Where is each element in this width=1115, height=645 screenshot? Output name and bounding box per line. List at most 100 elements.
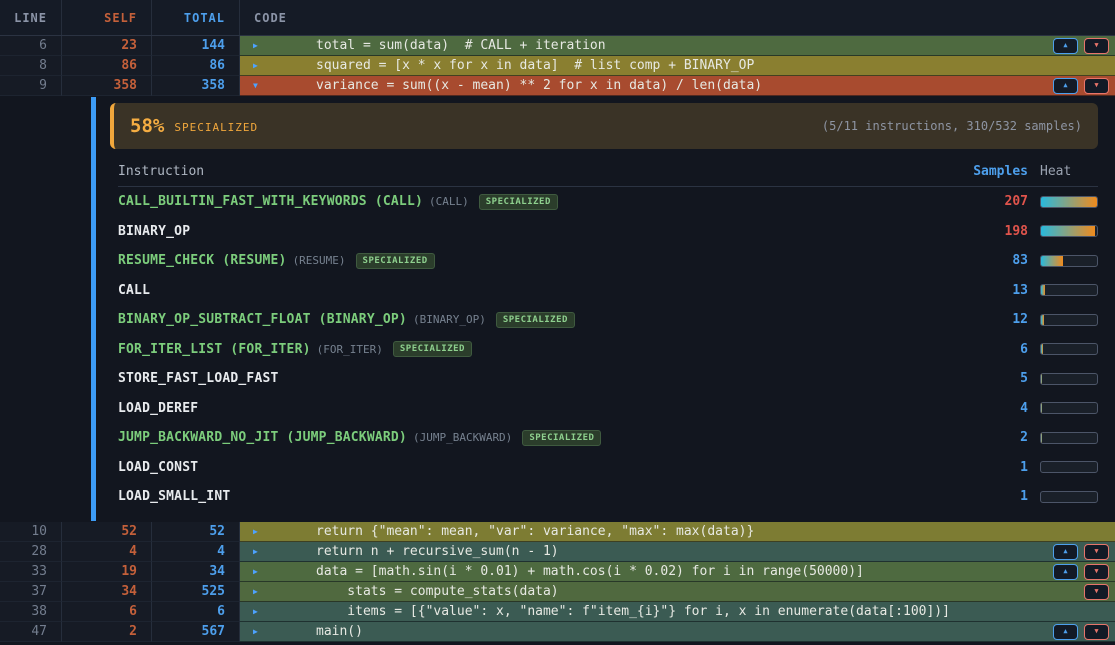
jump-up-button[interactable]: ▲ bbox=[1053, 624, 1078, 640]
row-nav-buttons: ▲▼ bbox=[1053, 78, 1109, 94]
instruction-name: BINARY_OP_SUBTRACT_FLOAT (BINARY_OP) bbox=[118, 312, 407, 327]
heat-bar-fill bbox=[1041, 315, 1044, 325]
expand-icon[interactable]: ▶ bbox=[253, 608, 258, 616]
code-cell[interactable]: ▶squared = [x * x for x in data] # list … bbox=[240, 56, 1115, 76]
instruction-samples: 4 bbox=[910, 401, 1028, 416]
instruction-row: BINARY_OP_SUBTRACT_FLOAT (BINARY_OP) (BIN… bbox=[118, 305, 1098, 335]
heat-bar bbox=[1040, 343, 1098, 355]
column-header-line[interactable]: LINE bbox=[0, 0, 62, 35]
column-header-samples[interactable]: Samples bbox=[910, 164, 1028, 179]
expansion-connector-line bbox=[91, 97, 96, 521]
jump-down-button[interactable]: ▼ bbox=[1084, 38, 1109, 54]
self-samples: 358 bbox=[62, 76, 152, 96]
instruction-name: CALL_BUILTIN_FAST_WITH_KEYWORDS (CALL) bbox=[118, 194, 423, 209]
instruction-samples: 198 bbox=[910, 224, 1028, 239]
code-line-row: 88686▶squared = [x * x for x in data] # … bbox=[0, 56, 1115, 76]
code-cell[interactable]: ▶main()▲▼ bbox=[240, 622, 1115, 642]
instruction-name: CALL bbox=[118, 283, 150, 298]
column-header-heat[interactable]: Heat bbox=[1040, 164, 1098, 179]
row-nav-buttons: ▼ bbox=[1084, 584, 1109, 600]
jump-up-button[interactable]: ▲ bbox=[1053, 38, 1078, 54]
instruction-samples: 2 bbox=[910, 430, 1028, 445]
instruction-base-opcode: (BINARY_OP) bbox=[413, 313, 486, 326]
jump-up-button[interactable]: ▲ bbox=[1053, 544, 1078, 560]
heat-bar-fill bbox=[1041, 344, 1043, 354]
code-line-row: 2844▶return n + recursive_sum(n - 1)▲▼ bbox=[0, 542, 1115, 562]
column-header-self[interactable]: SELF bbox=[62, 0, 152, 35]
instruction-samples: 13 bbox=[910, 283, 1028, 298]
heat-bar-fill bbox=[1041, 403, 1042, 413]
specialized-badge: SPECIALIZED bbox=[496, 312, 575, 328]
heat-bar bbox=[1040, 373, 1098, 385]
instruction-row: LOAD_DEREF4 bbox=[118, 394, 1098, 424]
instruction-samples: 5 bbox=[910, 371, 1028, 386]
expand-icon[interactable]: ▶ bbox=[253, 42, 258, 50]
code-cell[interactable]: ▶return n + recursive_sum(n - 1)▲▼ bbox=[240, 542, 1115, 562]
specialized-percent: 58% bbox=[130, 115, 164, 137]
table-header: LINE SELF TOTAL CODE bbox=[0, 0, 1115, 36]
source-code: total = sum(data) # CALL + iteration bbox=[316, 38, 606, 53]
instruction-name: FOR_ITER_LIST (FOR_ITER) bbox=[118, 342, 311, 357]
code-cell[interactable]: ▶total = sum(data) # CALL + iteration▲▼ bbox=[240, 36, 1115, 56]
self-samples: 4 bbox=[62, 542, 152, 562]
heat-bar bbox=[1040, 196, 1098, 208]
column-header-instruction[interactable]: Instruction bbox=[118, 164, 204, 179]
code-line-row: 331934▶data = [math.sin(i * 0.01) + math… bbox=[0, 562, 1115, 582]
specialized-label: SPECIALIZED bbox=[174, 121, 258, 134]
code-cell[interactable]: ▶ return {"mean": mean, "var": variance, … bbox=[240, 522, 1115, 542]
collapse-icon[interactable]: ▼ bbox=[253, 82, 258, 90]
code-rows-top: 623144▶total = sum(data) # CALL + iterat… bbox=[0, 36, 1115, 96]
line-number: 37 bbox=[0, 582, 62, 602]
specialized-badge: SPECIALIZED bbox=[522, 430, 601, 446]
row-nav-buttons: ▲▼ bbox=[1053, 564, 1109, 580]
row-nav-buttons: ▲▼ bbox=[1053, 624, 1109, 640]
self-samples: 6 bbox=[62, 602, 152, 622]
jump-up-button[interactable]: ▲ bbox=[1053, 78, 1078, 94]
code-line-row: 472567▶main()▲▼ bbox=[0, 622, 1115, 642]
code-cell[interactable]: ▶data = [math.sin(i * 0.01) + math.cos(i… bbox=[240, 562, 1115, 582]
source-code: return {"mean": mean, "var": variance, "… bbox=[316, 524, 754, 539]
jump-down-button[interactable]: ▼ bbox=[1084, 78, 1109, 94]
jump-down-button[interactable]: ▼ bbox=[1084, 584, 1109, 600]
instruction-base-opcode: (CALL) bbox=[429, 195, 469, 208]
code-cell[interactable]: ▶ stats = compute_stats(data)▼ bbox=[240, 582, 1115, 602]
instruction-table: Instruction Samples Heat CALL_BUILTIN_FA… bbox=[118, 157, 1098, 512]
specialized-badge: SPECIALIZED bbox=[356, 253, 435, 269]
instruction-row: JUMP_BACKWARD_NO_JIT (JUMP_BACKWARD)(JUM… bbox=[118, 423, 1098, 453]
heat-bar bbox=[1040, 225, 1098, 237]
total-samples: 34 bbox=[152, 562, 240, 582]
instruction-row: BINARY_OP198 bbox=[118, 217, 1098, 247]
column-header-total[interactable]: TOTAL bbox=[152, 0, 240, 35]
instruction-rows: CALL_BUILTIN_FAST_WITH_KEYWORDS (CALL) (C… bbox=[118, 187, 1098, 512]
jump-down-button[interactable]: ▼ bbox=[1084, 544, 1109, 560]
expand-icon[interactable]: ▶ bbox=[253, 62, 258, 70]
line-number: 10 bbox=[0, 522, 62, 542]
jump-down-button[interactable]: ▼ bbox=[1084, 564, 1109, 580]
expand-icon[interactable]: ▶ bbox=[253, 568, 258, 576]
heat-bar bbox=[1040, 491, 1098, 503]
heat-bar bbox=[1040, 255, 1098, 267]
expand-icon[interactable]: ▶ bbox=[253, 588, 258, 596]
profiler-table: LINE SELF TOTAL CODE 623144▶total = sum(… bbox=[0, 0, 1115, 96]
instruction-row: RESUME_CHECK (RESUME)(RESUME)SPECIALIZED… bbox=[118, 246, 1098, 276]
heat-bar-fill bbox=[1041, 433, 1042, 443]
expand-icon[interactable]: ▶ bbox=[253, 628, 258, 636]
jump-up-button[interactable]: ▲ bbox=[1053, 564, 1078, 580]
instruction-name: LOAD_CONST bbox=[118, 460, 198, 475]
instruction-row: FOR_ITER_LIST (FOR_ITER)(FOR_ITER)SPECIA… bbox=[118, 335, 1098, 365]
code-cell[interactable]: ▼ variance = sum((x - mean) ** 2 for x in… bbox=[240, 76, 1115, 96]
source-code: variance = sum((x - mean) ** 2 for x in … bbox=[316, 78, 762, 93]
total-samples: 86 bbox=[152, 56, 240, 76]
expand-icon[interactable]: ▶ bbox=[253, 528, 258, 536]
column-header-code[interactable]: CODE bbox=[240, 0, 1115, 35]
instruction-base-opcode: (JUMP_BACKWARD) bbox=[413, 431, 512, 444]
expand-icon[interactable]: ▶ bbox=[253, 548, 258, 556]
instruction-samples: 12 bbox=[910, 312, 1028, 327]
source-code: main() bbox=[316, 624, 363, 639]
jump-down-button[interactable]: ▼ bbox=[1084, 624, 1109, 640]
total-samples: 567 bbox=[152, 622, 240, 642]
row-nav-buttons: ▲▼ bbox=[1053, 38, 1109, 54]
specialized-badge: SPECIALIZED bbox=[479, 194, 558, 210]
heat-bar bbox=[1040, 402, 1098, 414]
code-cell[interactable]: ▶ items = [{"value": x, "name": f"item_{… bbox=[240, 602, 1115, 622]
